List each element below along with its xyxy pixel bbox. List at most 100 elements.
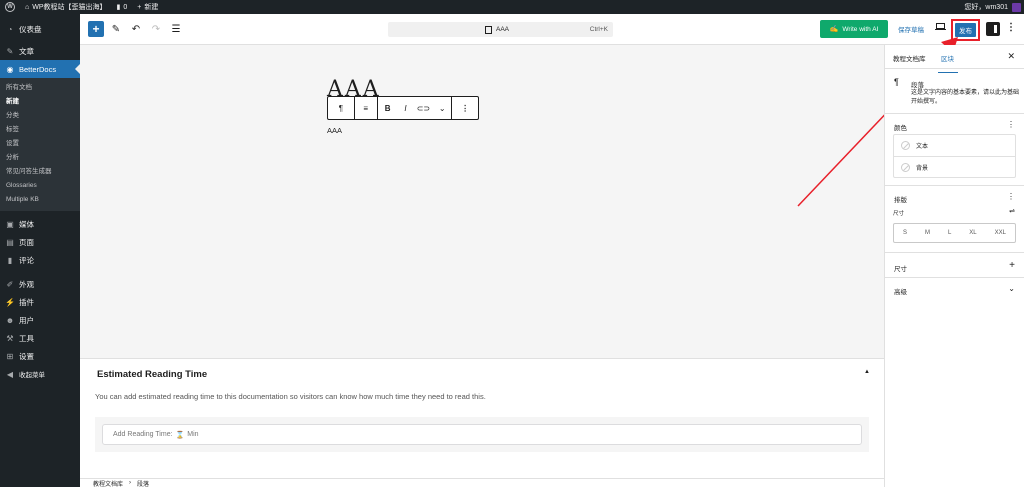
betterdocs-icon: ◉ bbox=[6, 64, 14, 74]
settings-sidebar-toggle[interactable] bbox=[986, 22, 1000, 36]
tab-block[interactable]: 区块 bbox=[938, 53, 958, 73]
comments-link[interactable]: ▮ 0 bbox=[112, 0, 133, 14]
menu-pages[interactable]: ▤ 页面 bbox=[0, 233, 80, 251]
font-size-picker: S M L XL XXL bbox=[893, 223, 1016, 243]
size-xxl[interactable]: XXL bbox=[995, 230, 1006, 236]
reading-time-input[interactable]: Add Reading Time: ⌛ Min bbox=[102, 424, 862, 445]
betterdocs-submenu: 所有文档 新建 分类 标签 设置 分析 常见问答生成器 Glossaries M… bbox=[0, 78, 80, 211]
save-draft-button[interactable]: 保存草稿 bbox=[898, 24, 924, 34]
brush-icon: ✐ bbox=[6, 279, 14, 289]
submenu-categories[interactable]: 分类 bbox=[0, 109, 80, 123]
user-icon: ☻ bbox=[5, 315, 15, 325]
tools-button[interactable]: ✎ bbox=[108, 21, 124, 37]
close-icon[interactable]: ✕ bbox=[1007, 51, 1015, 62]
menu-collapse[interactable]: ◀ 收起菜单 bbox=[0, 365, 80, 383]
typography-options-icon[interactable]: ⋮ bbox=[1007, 192, 1015, 201]
block-inserter-button[interactable]: + bbox=[88, 21, 104, 37]
menu-label: 仪表盘 bbox=[19, 24, 42, 34]
submenu-tags[interactable]: 标签 bbox=[0, 123, 80, 137]
collapse-arrow-icon[interactable]: ▲ bbox=[864, 369, 870, 375]
metabox-title: Estimated Reading Time bbox=[97, 369, 208, 380]
menu-tools[interactable]: ⚒ 工具 bbox=[0, 329, 80, 347]
undo-button[interactable]: ↶ bbox=[128, 21, 144, 37]
write-with-ai-button[interactable]: ✍ Write with AI bbox=[820, 20, 888, 38]
italic-icon[interactable]: I bbox=[398, 97, 414, 119]
text-color-option[interactable]: 文本 bbox=[894, 135, 1015, 156]
menu-appearance[interactable]: ✐ 外观 bbox=[0, 275, 80, 293]
dimensions-label: 尺寸 bbox=[894, 266, 907, 273]
advanced-panel[interactable]: 高级 ⌄ bbox=[885, 278, 1024, 302]
document-title: AAA bbox=[496, 26, 510, 33]
site-name-link[interactable]: ⌂ WP教程站【歪猫出海】 bbox=[20, 0, 112, 14]
undo-icon: ↶ bbox=[131, 23, 141, 35]
breadcrumb-item-paragraph[interactable]: 段落 bbox=[137, 479, 149, 487]
paragraph-icon[interactable]: ¶ bbox=[328, 97, 354, 119]
account-menu[interactable]: 您好， wm301 bbox=[964, 2, 1024, 12]
align-icon[interactable]: ≡ bbox=[355, 97, 377, 119]
typography-label: 排版 bbox=[894, 197, 907, 204]
submenu-analytics[interactable]: 分析 bbox=[0, 151, 80, 165]
size-s[interactable]: S bbox=[903, 230, 907, 236]
comments-count: 0 bbox=[123, 3, 128, 11]
reading-time-metabox: Estimated Reading Time ▲ You can add est… bbox=[80, 358, 884, 478]
font-size-label: 尺寸 bbox=[893, 211, 905, 217]
dimensions-panel[interactable]: 尺寸 + bbox=[885, 253, 1024, 278]
menu-label: 页面 bbox=[19, 237, 34, 247]
submenu-glossaries[interactable]: Glossaries bbox=[0, 179, 80, 193]
breadcrumb-item-doc[interactable]: 教程文档库 bbox=[93, 479, 123, 487]
new-content-link[interactable]: + 新建 bbox=[132, 0, 163, 14]
menu-users[interactable]: ☻ 用户 bbox=[0, 311, 80, 329]
collapse-icon: ◀ bbox=[6, 369, 14, 379]
color-options-icon[interactable]: ⋮ bbox=[1007, 120, 1015, 129]
document-overview-button[interactable]: ☰ bbox=[168, 21, 184, 37]
hourglass-icon: ⌛ bbox=[175, 431, 185, 439]
redo-icon: ↷ bbox=[151, 23, 161, 35]
chevron-down-icon[interactable]: ⌄ bbox=[433, 97, 451, 119]
background-color-option[interactable]: 背景 bbox=[894, 156, 1015, 177]
size-m[interactable]: M bbox=[925, 230, 930, 236]
block-card: ¶ 段落 这是文字内容的基本要素，请以此为基础开始撰写。 bbox=[885, 69, 1024, 114]
options-more-icon[interactable]: ⋮ bbox=[1006, 22, 1016, 33]
menu-label: 工具 bbox=[19, 333, 34, 343]
menu-settings[interactable]: ⊞ 设置 bbox=[0, 347, 80, 365]
settings-icon: ⊞ bbox=[6, 351, 14, 361]
settings-tabs: 教程文档库 区块 ✕ bbox=[885, 45, 1024, 73]
menu-dashboard[interactable]: ◔ 仪表盘 bbox=[0, 20, 80, 38]
submenu-add-new[interactable]: 新建 bbox=[0, 95, 80, 109]
paragraph-block[interactable]: AAA bbox=[327, 126, 342, 135]
menu-comments[interactable]: ▮ 评论 bbox=[0, 251, 80, 269]
link-icon[interactable]: ⊂⊃ bbox=[413, 97, 433, 119]
submenu-all-docs[interactable]: 所有文档 bbox=[0, 81, 80, 95]
redo-button[interactable]: ↷ bbox=[148, 21, 164, 37]
admin-bar: W ⌂ WP教程站【歪猫出海】 ▮ 0 + 新建 您好， wm301 bbox=[0, 0, 1024, 14]
publish-button[interactable]: 发布 bbox=[955, 23, 976, 37]
submenu-multiple-kb[interactable]: Multiple KB bbox=[0, 193, 80, 207]
editor-canvas: AAA ¶ ≡ B I ⊂⊃ ⌄ ⋮ AAA bbox=[80, 45, 884, 358]
wp-logo-menu[interactable]: W bbox=[0, 0, 20, 14]
pencil-icon: ✎ bbox=[111, 23, 121, 35]
size-xl[interactable]: XL bbox=[969, 230, 976, 236]
admin-sidebar: ◔ 仪表盘 ✎ 文章 ◉ BetterDocs 所有文档 新建 分类 标签 设置 分析… bbox=[0, 14, 80, 487]
submenu-settings[interactable]: 设置 bbox=[0, 137, 80, 151]
menu-label: 设置 bbox=[19, 351, 34, 361]
menu-media[interactable]: ▣ 媒体 bbox=[0, 215, 80, 233]
greeting: 您好， bbox=[964, 4, 986, 11]
size-l[interactable]: L bbox=[948, 230, 951, 236]
custom-size-icon[interactable]: ⇌ bbox=[1009, 207, 1015, 215]
page-icon: ▤ bbox=[6, 237, 14, 247]
preview-button[interactable] bbox=[935, 23, 946, 33]
color-label: 颜色 bbox=[894, 125, 907, 132]
submenu-faq-builder[interactable]: 常见问答生成器 bbox=[0, 165, 80, 179]
bold-icon[interactable]: B bbox=[378, 97, 398, 119]
tab-document[interactable]: 教程文档库 bbox=[893, 53, 926, 63]
menu-betterdocs[interactable]: ◉ BetterDocs bbox=[0, 60, 80, 78]
chevron-down-icon[interactable]: ⌄ bbox=[1008, 284, 1015, 293]
menu-plugins[interactable]: ⚡ 插件 bbox=[0, 293, 80, 311]
plus-icon[interactable]: + bbox=[1009, 260, 1015, 271]
command-palette-bar[interactable]: AAA Ctrl+K bbox=[388, 22, 613, 37]
block-options-icon[interactable]: ⋮ bbox=[452, 97, 478, 119]
menu-label: 文章 bbox=[19, 46, 34, 56]
menu-posts[interactable]: ✎ 文章 bbox=[0, 42, 80, 60]
block-description: 这是文字内容的基本要素，请以此为基础开始撰写。 bbox=[911, 90, 1020, 105]
menu-label: BetterDocs bbox=[19, 64, 57, 74]
